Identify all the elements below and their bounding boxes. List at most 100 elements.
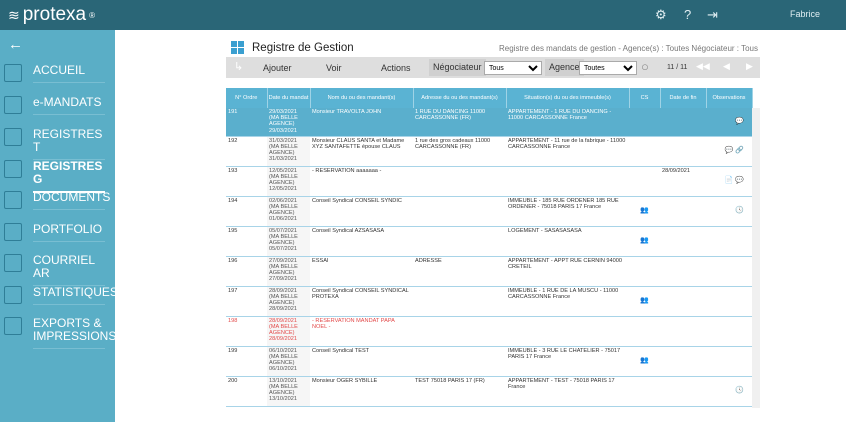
cell-fin [660,108,706,137]
return-arrow-icon[interactable]: ↳ [234,60,243,73]
cell-nom: Conseil Syndical CONSEIL SYNDICAL PROTEX… [310,286,413,317]
logo-mark: ® [89,10,96,20]
cell-date: 31/03/2021 (MA BELLE AGENCE) 31/03/2021 [267,136,310,167]
cell-no: 197 [226,286,267,317]
chart-icon [4,286,22,304]
cell-nom: ESSAI [310,256,413,287]
actions-button[interactable]: Actions [381,63,411,73]
cell-adresse [413,226,506,257]
cell-nom: Monsieur CLAUS SANTA et Madame XYZ SANTA… [310,136,413,167]
prev-page-icon[interactable]: ◀ [723,61,730,72]
sidebar-item-accueil[interactable]: ACCUEIL [0,60,115,90]
cell-cs[interactable] [629,136,660,167]
help-icon[interactable]: ? [684,7,691,22]
column-header[interactable]: CS [629,88,661,108]
column-header[interactable]: N° Ordre [226,88,268,108]
column-header[interactable]: Date du mandat [267,88,311,108]
cell-cs[interactable]: 👥 [629,286,660,317]
cell-cs[interactable] [629,256,660,287]
cell-cs[interactable]: 👥 [629,346,660,377]
cell-adresse [413,166,506,197]
cell-no: 191 [226,108,267,137]
add-button[interactable]: Ajouter [263,63,292,73]
cell-obs[interactable]: 🕓 [706,376,752,407]
settings-gears-icon[interactable]: ⚙ [655,7,667,23]
table-row[interactable]: 193 12/05/2021 (MA BELLE AGENCE) 12/05/20… [226,166,752,197]
sidebar-item-portfolio[interactable]: PORTFOLIO [0,219,115,249]
protexa-logo[interactable]: ≋ protexa ® [8,4,95,26]
cell-fin [660,136,706,167]
document-icon [4,191,22,209]
cell-obs[interactable]: 💬 [706,108,752,137]
cell-cs[interactable]: 👥 [629,196,660,227]
user-name[interactable]: Fabrice [790,9,820,19]
cell-adresse: ADRESSE [413,256,506,287]
cell-obs[interactable]: 📄 💬 [706,166,752,197]
cell-obs[interactable] [706,346,752,377]
sidebar-item-exports-impressions[interactable]: EXPORTS & IMPRESSIONS [0,313,116,349]
cell-fin: 28/09/2021 [660,166,706,197]
column-header[interactable]: Situation(s) du ou des immeuble(s) [506,88,630,108]
sidebar-item-statistiques[interactable]: STATISTIQUES [0,282,118,312]
column-header[interactable]: Adresse du ou des mandant(s) [413,88,507,108]
sidebar-item-courriel-ar[interactable]: COURRIEL AR [0,250,115,286]
cell-date: 05/07/2021 (MA BELLE AGENCE) 05/07/2021 [267,226,310,257]
column-header[interactable]: Date de fin [660,88,707,108]
sidebar-item-label: PORTFOLIO [33,223,105,242]
search-icon[interactable]: ○ [641,59,649,74]
view-button[interactable]: Voir [326,63,342,73]
table-row[interactable]: 195 05/07/2021 (MA BELLE AGENCE) 05/07/20… [226,226,752,257]
cell-obs[interactable] [706,316,752,347]
pager-count: 11 / 11 [667,64,688,71]
sidebar-item-documents[interactable]: DOCUMENTS [0,187,115,217]
sidebar-item-e-mandats[interactable]: e-MANDATS [0,92,115,122]
logout-icon[interactable]: ⇥ [707,7,718,23]
cell-obs[interactable]: 🕓 [706,196,752,227]
cell-adresse [413,316,506,347]
table-row[interactable]: 200 13/10/2021 (MA BELLE AGENCE) 13/10/20… [226,376,752,407]
cell-cs[interactable] [629,108,660,137]
sidebar-item-label: DOCUMENTS [33,191,110,210]
cell-no: 194 [226,196,267,227]
sidebar-item-registres-t[interactable]: REGISTRES T [0,124,115,160]
cell-adresse: 1 RUE DU DANCING 11000 CARCASSONNE (FR) [413,108,506,137]
back-arrow-icon[interactable]: ← [8,36,23,53]
sidebar-item-label: e-MANDATS [33,96,105,115]
cell-obs[interactable] [706,286,752,317]
cell-nom: Conseil Syndical TEST [310,346,413,377]
cell-nom: - RESERVATION aaaaaaa - [310,166,413,197]
cell-cs[interactable] [629,376,660,407]
cell-fin [660,256,706,287]
cell-cs[interactable] [629,166,660,197]
cell-no: 198 [226,316,267,347]
agence-label: Agence [545,59,584,76]
table-row[interactable]: 194 02/06/2021 (MA BELLE AGENCE) 01/06/20… [226,196,752,227]
cell-cs[interactable] [629,316,660,347]
cell-adresse [413,286,506,317]
column-header[interactable]: Observations [706,88,753,108]
agence-select[interactable]: Toutes [579,61,637,75]
sidebar-item-registres-g[interactable]: REGISTRES G [0,156,115,193]
table-row[interactable]: 191 29/03/2021 (MA BELLE AGENCE) 29/03/20… [226,108,752,137]
table-row[interactable]: 198 28/09/2021 (MA BELLE AGENCE) 28/09/20… [226,316,752,347]
cell-obs[interactable] [706,256,752,287]
first-page-icon[interactable]: ◀◀ [696,61,710,72]
cell-date: 28/09/2021 (MA BELLE AGENCE) 28/09/2021 [267,286,310,317]
table-row[interactable]: 192 31/03/2021 (MA BELLE AGENCE) 31/03/20… [226,136,752,167]
cell-situation: APPARTEMENT - 11 rue de la fabrique - 11… [506,136,629,167]
breadcrumb: Registre des mandats de gestion - Agence… [499,44,758,53]
table-row[interactable]: 197 28/09/2021 (MA BELLE AGENCE) 28/09/20… [226,286,752,317]
cell-obs[interactable] [706,226,752,257]
scrollbar[interactable] [752,108,760,408]
next-page-icon[interactable]: ▶ [746,61,753,72]
cell-cs[interactable]: 👥 [629,226,660,257]
table-row[interactable]: 199 06/10/2021 (MA BELLE AGENCE) 06/10/20… [226,346,752,377]
cell-obs[interactable]: 💬 🔗 [706,136,752,167]
table-row[interactable]: 196 27/09/2021 (MA BELLE AGENCE) 27/09/20… [226,256,752,287]
column-header[interactable]: Nom du ou des mandant(s) [310,88,414,108]
cell-nom: Conseil Syndical AZSASASA [310,226,413,257]
negociateur-select[interactable]: Tous [484,61,542,75]
cell-fin [660,286,706,317]
sidebar-item-label: EXPORTS & IMPRESSIONS [33,317,116,349]
cell-situation [506,316,629,347]
